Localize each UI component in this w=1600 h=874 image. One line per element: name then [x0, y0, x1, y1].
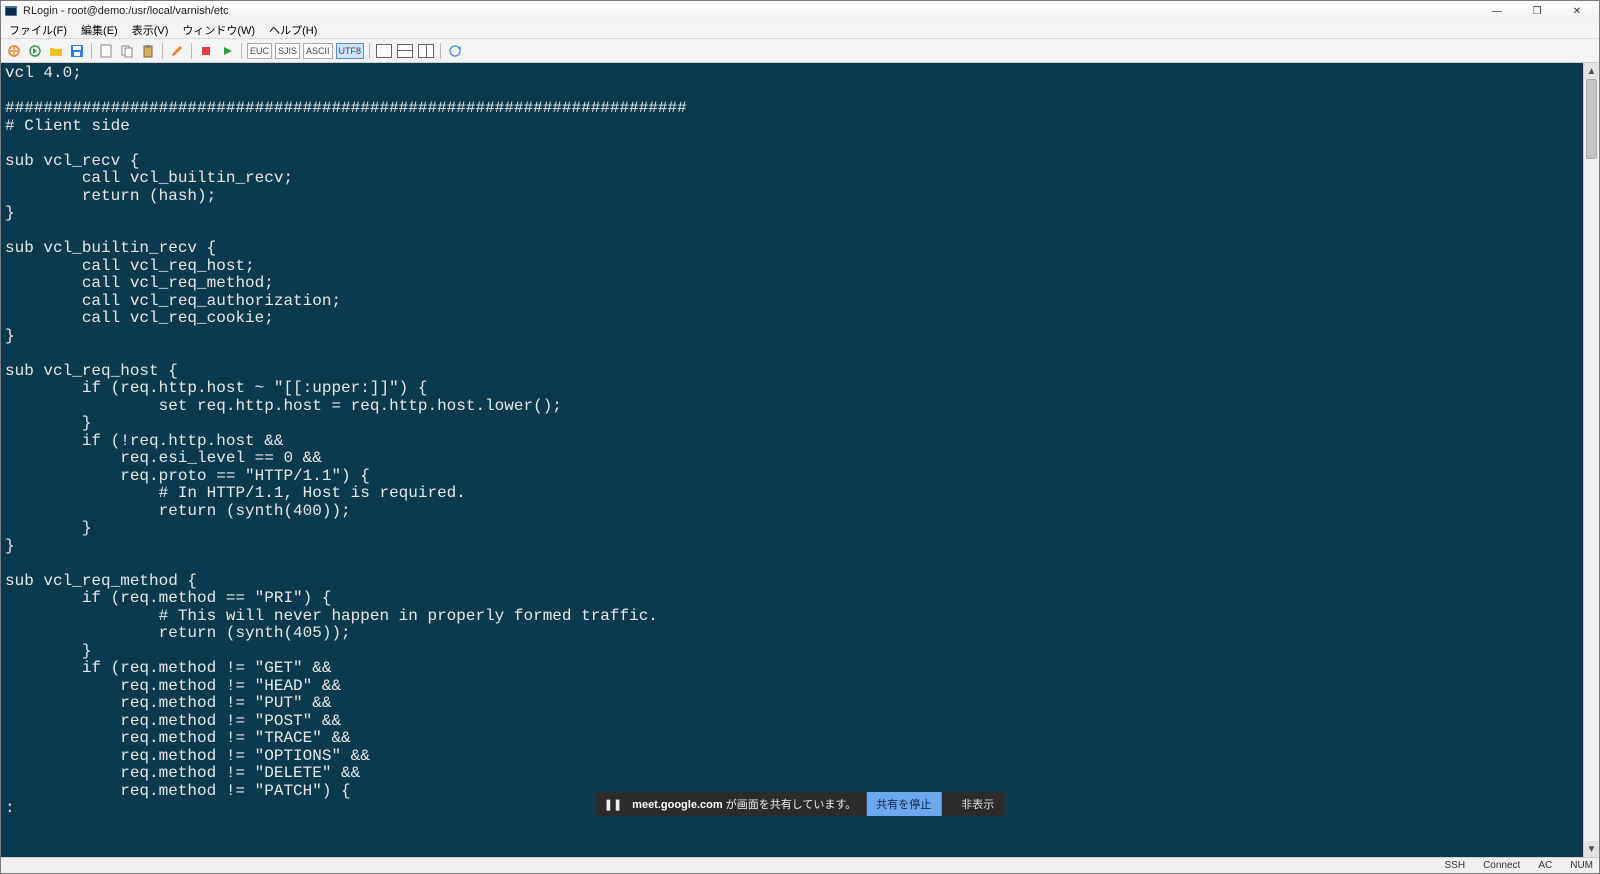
statusbar: SSH Connect AC NUM [1, 857, 1599, 873]
close-button[interactable]: ✕ [1557, 2, 1597, 20]
scrollbar[interactable]: ▲ ▼ [1583, 63, 1599, 857]
pane-single-button[interactable] [375, 42, 393, 60]
new-connection-button[interactable] [5, 42, 23, 60]
status-num: NUM [1570, 860, 1593, 871]
paste-button[interactable] [139, 42, 157, 60]
menu-edit[interactable]: 編集(E) [75, 21, 124, 39]
app-window: RLogin - root@demo:/usr/local/varnish/et… [0, 0, 1600, 874]
window-title: RLogin - root@demo:/usr/local/varnish/et… [23, 5, 1477, 17]
app-icon [3, 3, 19, 19]
screen-share-bar: ❚❚ meet.google.com が画面を共有しています。 共有を停止 非表… [596, 792, 1005, 816]
menubar: ファイル(F) 編集(E) 表示(V) ウィンドウ(W) ヘルプ(H) [1, 21, 1599, 39]
scroll-track[interactable] [1584, 79, 1599, 841]
stop-sharing-button[interactable]: 共有を停止 [866, 792, 941, 816]
terminal[interactable]: vcl 4.0; ###############################… [1, 63, 1583, 857]
stop-button[interactable] [197, 42, 215, 60]
encoding-euc[interactable]: EUC [247, 43, 272, 59]
status-connect: Connect [1483, 860, 1520, 871]
share-domain: meet.google.com [632, 799, 722, 811]
scroll-thumb[interactable] [1586, 79, 1597, 159]
play-button[interactable] [218, 42, 236, 60]
menu-file[interactable]: ファイル(F) [3, 21, 73, 39]
toolbar-separator [191, 43, 192, 59]
toolbar: EUC SJIS ASCII UTF8 [1, 39, 1599, 63]
share-message: が画面を共有しています。 [726, 799, 857, 811]
refresh-button[interactable] [446, 42, 464, 60]
open-folder-button[interactable] [47, 42, 65, 60]
pane-split-v-button[interactable] [417, 42, 435, 60]
menu-window[interactable]: ウィンドウ(W) [176, 21, 261, 39]
edit-button[interactable] [168, 42, 186, 60]
pane-split-h-button[interactable] [396, 42, 414, 60]
toolbar-separator [369, 43, 370, 59]
status-ac: AC [1538, 860, 1552, 871]
menu-view[interactable]: 表示(V) [126, 21, 175, 39]
encoding-ascii[interactable]: ASCII [303, 43, 333, 59]
toolbar-separator [241, 43, 242, 59]
new-document-button[interactable] [97, 42, 115, 60]
status-ssh: SSH [1445, 860, 1466, 871]
save-button[interactable] [68, 42, 86, 60]
menu-help[interactable]: ヘルプ(H) [263, 21, 323, 39]
copy-button[interactable] [118, 42, 136, 60]
encoding-utf8[interactable]: UTF8 [336, 43, 365, 59]
toolbar-separator [91, 43, 92, 59]
scroll-down-button[interactable]: ▼ [1584, 841, 1599, 857]
hide-sharebar-button[interactable]: 非表示 [951, 792, 1004, 816]
toolbar-separator [162, 43, 163, 59]
titlebar: RLogin - root@demo:/usr/local/varnish/et… [1, 1, 1599, 21]
minimize-button[interactable]: — [1477, 2, 1517, 20]
toolbar-separator [440, 43, 441, 59]
terminal-area: vcl 4.0; ###############################… [1, 63, 1599, 857]
encoding-sjis[interactable]: SJIS [275, 43, 300, 59]
maximize-button[interactable]: ❐ [1517, 2, 1557, 20]
scroll-up-button[interactable]: ▲ [1584, 63, 1599, 79]
pause-share-icon[interactable]: ❚❚ [604, 798, 622, 811]
reconnect-button[interactable] [26, 42, 44, 60]
window-controls: — ❐ ✕ [1477, 2, 1597, 20]
